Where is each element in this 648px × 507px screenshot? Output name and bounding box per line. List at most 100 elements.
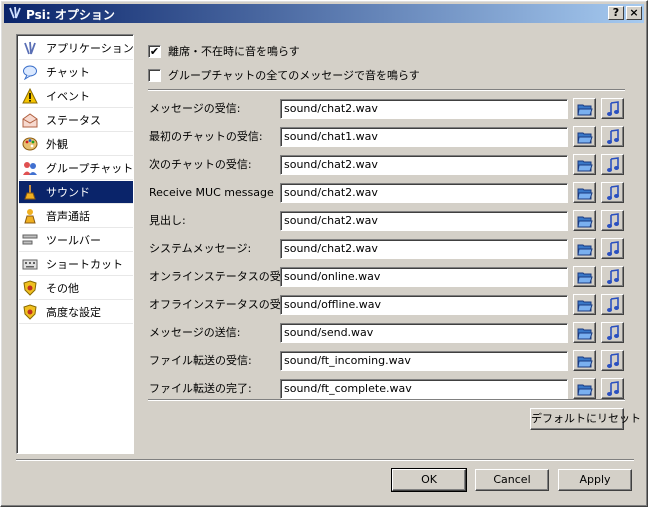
play-sound-button[interactable] (601, 266, 624, 287)
sidebar-item-label: 外観 (46, 138, 68, 151)
sound-label: オフラインステータスの受信: (149, 298, 296, 311)
sidebar-item-events[interactable]: イベント (19, 85, 133, 108)
sound-label: システムメッセージ: (149, 242, 252, 255)
warning-icon (22, 88, 38, 104)
sound-label: Receive MUC message (149, 186, 274, 199)
sound-file-input[interactable]: sound/chat2.wav (280, 99, 568, 119)
sidebar-item-sound[interactable]: サウンド (19, 181, 133, 204)
sound-when-away-checkbox[interactable]: ✔ (148, 44, 161, 58)
reset-defaults-button[interactable]: デフォルトにリセット (530, 408, 641, 430)
sound-file-input[interactable]: sound/chat1.wav (280, 127, 568, 147)
play-sound-button[interactable] (601, 98, 624, 119)
groupchat-all-messages-label: グループチャットの全てのメッセージで音を鳴らす (168, 69, 420, 82)
browse-sound-button[interactable] (573, 322, 596, 343)
folder-open-icon (576, 269, 593, 285)
broom-icon (24, 185, 36, 200)
window-title: Psi: オプション (26, 8, 115, 22)
browse-sound-button[interactable] (573, 98, 596, 119)
play-sound-button[interactable] (601, 294, 624, 315)
sidebar-item-label: サウンド (46, 186, 90, 199)
folder-open-icon (576, 241, 593, 257)
sound-file-input[interactable]: sound/online.wav (280, 267, 568, 287)
sound-file-input[interactable]: sound/chat2.wav (280, 183, 568, 203)
cancel-button[interactable]: Cancel (475, 469, 549, 491)
folder-open-icon (576, 213, 593, 229)
browse-sound-button[interactable] (573, 238, 596, 259)
play-sound-button[interactable] (601, 126, 624, 147)
option-groupchat-all-messages[interactable]: グループチャットの全てのメッセージで音を鳴らす (148, 67, 420, 83)
ok-button[interactable]: OK (391, 468, 467, 492)
play-sound-button[interactable] (601, 238, 624, 259)
music-note-icon (605, 212, 621, 229)
sidebar-item-label: その他 (46, 282, 79, 295)
title-bar[interactable]: Psi: オプション ? × (4, 4, 644, 23)
sound-label: メッセージの送信: (149, 326, 241, 339)
browse-sound-button[interactable] (573, 294, 596, 315)
play-sound-button[interactable] (601, 350, 624, 371)
music-note-icon (605, 156, 621, 173)
music-note-icon (605, 240, 621, 257)
play-sound-button[interactable] (601, 210, 624, 231)
browse-sound-button[interactable] (573, 210, 596, 231)
sound-file-input[interactable]: sound/offline.wav (280, 295, 568, 315)
sidebar-item-label: 音声通話 (46, 210, 90, 223)
close-button[interactable]: × (626, 6, 642, 20)
music-note-icon (605, 184, 621, 201)
sound-file-input[interactable]: sound/send.wav (280, 323, 568, 343)
music-note-icon (605, 128, 621, 145)
sound-file-input[interactable]: sound/ft_incoming.wav (280, 351, 568, 371)
music-note-icon (605, 268, 621, 285)
sound-file-input[interactable]: sound/chat2.wav (280, 211, 568, 231)
divider (148, 399, 625, 401)
sidebar-item-label: ステータス (46, 114, 101, 127)
sound-label: メッセージの受信: (149, 102, 241, 115)
folder-open-icon (576, 353, 593, 369)
apply-button[interactable]: Apply (558, 469, 632, 491)
browse-sound-button[interactable] (573, 266, 596, 287)
sound-file-input[interactable]: sound/chat2.wav (280, 239, 568, 259)
play-sound-button[interactable] (601, 322, 624, 343)
psi-logo-icon (24, 41, 36, 55)
sound-label: 見出し: (149, 214, 186, 227)
browse-sound-button[interactable] (573, 154, 596, 175)
sidebar-item-label: アプリケーション (46, 42, 134, 55)
sidebar-item-voice-call[interactable]: 音声通話 (19, 205, 133, 228)
sidebar-item-shortcuts[interactable]: ショートカット (19, 253, 133, 276)
options-category-list[interactable]: アプリケーション チャット イベント ステータス 外観 グループチャット サウン… (16, 34, 134, 454)
sidebar-item-label: イベント (46, 90, 90, 103)
browse-sound-button[interactable] (573, 350, 596, 371)
sidebar-item-groupchat[interactable]: グループチャット (19, 157, 133, 180)
browse-sound-button[interactable] (573, 182, 596, 203)
browse-sound-button[interactable] (573, 378, 596, 399)
group-chat-icon (23, 162, 37, 175)
folder-open-icon (576, 381, 593, 397)
music-note-icon (605, 296, 621, 313)
play-sound-button[interactable] (601, 378, 624, 399)
option-sound-when-away[interactable]: ✔ 離席・不在時に音を鳴らす (148, 43, 300, 59)
help-button[interactable]: ? (608, 6, 624, 20)
sidebar-item-toolbar[interactable]: ツールバー (19, 229, 133, 252)
sidebar-item-advanced[interactable]: 高度な設定 (19, 301, 133, 324)
play-sound-button[interactable] (601, 182, 624, 203)
play-sound-button[interactable] (601, 154, 624, 175)
sidebar-item-chat[interactable]: チャット (19, 61, 133, 84)
folder-open-icon (576, 185, 593, 201)
folder-open-icon (576, 129, 593, 145)
sound-when-away-label: 離席・不在時に音を鳴らす (168, 45, 300, 58)
sidebar-item-appearance[interactable]: 外観 (19, 133, 133, 156)
music-note-icon (605, 100, 621, 117)
sidebar-item-misc[interactable]: その他 (19, 277, 133, 300)
sidebar-item-label: ツールバー (46, 234, 101, 247)
sound-file-input[interactable]: sound/ft_complete.wav (280, 379, 568, 399)
divider (148, 89, 625, 91)
sound-label: 次のチャットの受信: (149, 158, 252, 171)
toolbar-icon (22, 234, 38, 245)
sound-file-input[interactable]: sound/chat2.wav (280, 155, 568, 175)
sound-label: オンラインステータスの受信: (149, 270, 296, 283)
sidebar-item-application[interactable]: アプリケーション (19, 37, 134, 60)
divider (16, 459, 634, 461)
groupchat-all-messages-checkbox[interactable] (148, 68, 161, 82)
browse-sound-button[interactable] (573, 126, 596, 147)
sidebar-item-status[interactable]: ステータス (19, 109, 133, 132)
folder-open-icon (576, 297, 593, 313)
